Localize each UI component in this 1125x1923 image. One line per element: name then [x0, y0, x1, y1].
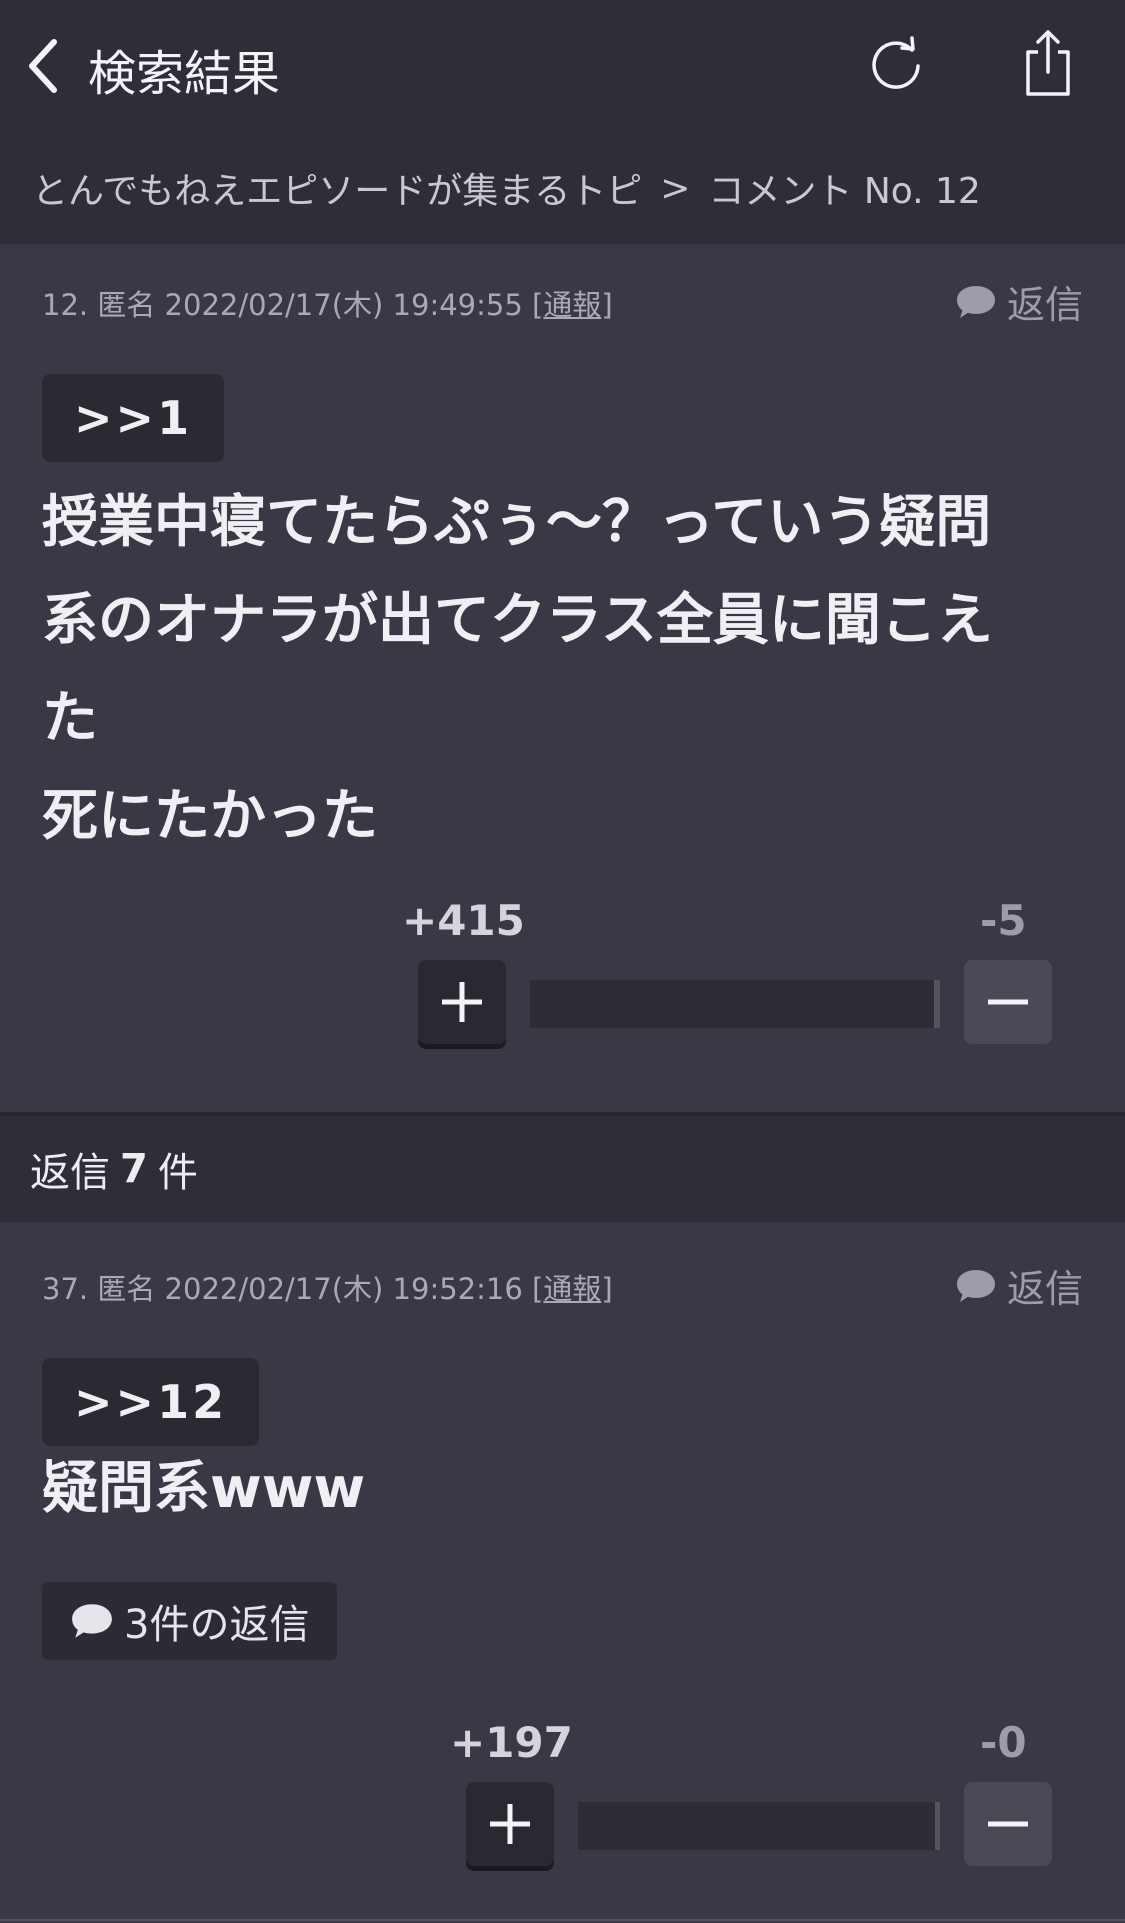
- report-link[interactable]: 通報: [543, 1272, 601, 1306]
- replies-suffix: 件: [157, 1150, 198, 1196]
- reply-button[interactable]: 返信: [955, 1258, 1083, 1313]
- report-link[interactable]: 通報: [543, 288, 601, 322]
- reply-button[interactable]: 返信: [955, 274, 1083, 329]
- breadcrumb-current: コメント No. 12: [708, 171, 981, 212]
- reply-label: 返信: [1006, 283, 1083, 327]
- comment-meta: 12. 匿名 2022/02/17(木) 19:49:55 [通報]: [42, 282, 613, 324]
- plus-count: +197: [450, 1718, 573, 1767]
- comment-meta-text: 12. 匿名 2022/02/17(木) 19:49:55 [: [42, 288, 544, 322]
- minus-button[interactable]: [964, 960, 1052, 1044]
- reply-card: 37. 匿名 2022/02/17(木) 19:52:16 [通報] 返信 >>…: [0, 1222, 1125, 1923]
- comment-body: 授業中寝てたらぷぅ〜？っていう疑問 系のオナラが出てクラス全員に聞こえ た 死に…: [42, 490, 993, 849]
- minus-ratio-fill: [934, 1802, 940, 1850]
- breadcrumb-topic[interactable]: とんでもねえエピソードが集まるトピ: [32, 162, 642, 214]
- chevron-left-icon[interactable]: [24, 36, 64, 96]
- vote-ratio-bar: [530, 980, 940, 1028]
- speech-bubble-icon: [956, 1269, 995, 1302]
- minus-count: -0: [980, 1718, 1027, 1767]
- minus-ratio-fill: [933, 980, 940, 1028]
- minus-icon: [988, 1821, 1028, 1827]
- comment-meta: 37. 匿名 2022/02/17(木) 19:52:16 [通報]: [42, 1266, 613, 1308]
- speech-bubble-icon: [956, 285, 995, 318]
- replies-header: 返信 7 件: [0, 1116, 1125, 1222]
- anchor-link[interactable]: >>12: [42, 1358, 260, 1446]
- comment-meta-end: ]: [601, 1272, 613, 1306]
- minus-count: -5: [980, 896, 1027, 945]
- plus-icon: [490, 1804, 530, 1844]
- plus-button[interactable]: [418, 960, 506, 1044]
- minus-icon: [988, 999, 1028, 1005]
- navigation-bar: 検索結果: [0, 0, 1125, 132]
- replies-count: 7: [120, 1146, 148, 1192]
- comment-meta-text: 37. 匿名 2022/02/17(木) 19:52:16 [: [42, 1272, 544, 1306]
- breadcrumb-separator: >: [660, 167, 691, 209]
- comment-card: 12. 匿名 2022/02/17(木) 19:49:55 [通報] 返信 >>…: [0, 244, 1125, 1112]
- replies-prefix: 返信: [30, 1150, 110, 1196]
- anchor-link[interactable]: >>1: [42, 374, 225, 462]
- comment-body: 疑問系www: [42, 1456, 366, 1521]
- plus-button[interactable]: [466, 1782, 554, 1866]
- page-title: 検索結果: [88, 46, 281, 102]
- minus-button[interactable]: [964, 1782, 1052, 1866]
- card-bottom-divider: [0, 1919, 1125, 1921]
- plus-icon: [442, 982, 482, 1022]
- refresh-icon[interactable]: [868, 36, 924, 92]
- speech-bubble-icon: [72, 1604, 112, 1638]
- plus-count: +415: [402, 896, 525, 945]
- thread-replies-button[interactable]: 3件の返信: [42, 1582, 338, 1660]
- share-icon[interactable]: [1020, 28, 1076, 100]
- vote-ratio-bar: [578, 1802, 940, 1850]
- comment-meta-end: ]: [601, 288, 613, 322]
- breadcrumb: とんでもねえエピソードが集まるトピ > コメント No. 12: [0, 132, 1125, 244]
- reply-label: 返信: [1006, 1267, 1083, 1311]
- thread-replies-label: 3件の返信: [124, 1602, 310, 1648]
